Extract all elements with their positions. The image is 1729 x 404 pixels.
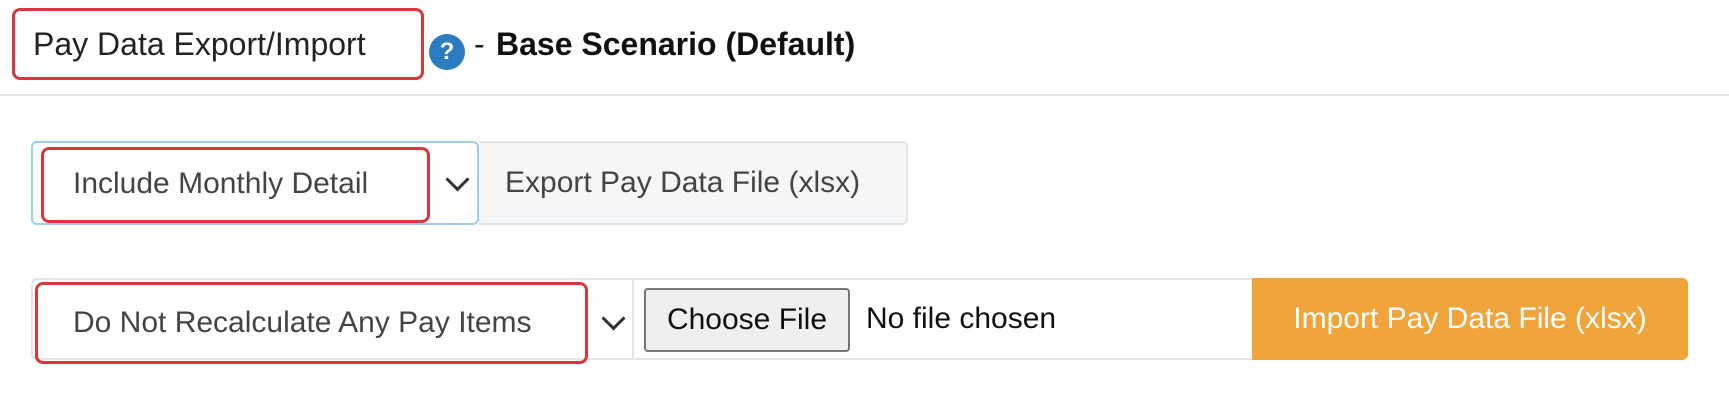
chevron-down-icon	[601, 306, 626, 331]
import-select-value: Do Not Recalculate Any Pay Items	[73, 306, 532, 339]
page-header: Pay Data Export/Import ? - Base Scenario…	[0, 0, 1729, 96]
export-select-value: Include Monthly Detail	[73, 167, 369, 200]
file-input: Choose File No file chosen	[634, 278, 1254, 360]
export-detail-select[interactable]: Include Monthly Detail	[31, 141, 479, 225]
import-recalc-select[interactable]: Do Not Recalculate Any Pay Items	[31, 278, 634, 364]
chevron-down-icon	[445, 167, 470, 192]
file-status: No file chosen	[866, 302, 1057, 335]
import-button[interactable]: Import Pay Data File (xlsx)	[1252, 278, 1688, 360]
page-title-highlight: Pay Data Export/Import	[12, 8, 424, 80]
page: Pay Data Export/Import ? - Base Scenario…	[0, 0, 1729, 404]
help-icon[interactable]: ?	[429, 34, 465, 70]
page-title: Pay Data Export/Import	[33, 25, 366, 62]
scenario-name: Base Scenario (Default)	[496, 26, 856, 62]
title-separator: -	[474, 26, 485, 62]
export-button[interactable]: Export Pay Data File (xlsx)	[479, 141, 908, 225]
choose-file-button[interactable]: Choose File	[644, 288, 850, 352]
